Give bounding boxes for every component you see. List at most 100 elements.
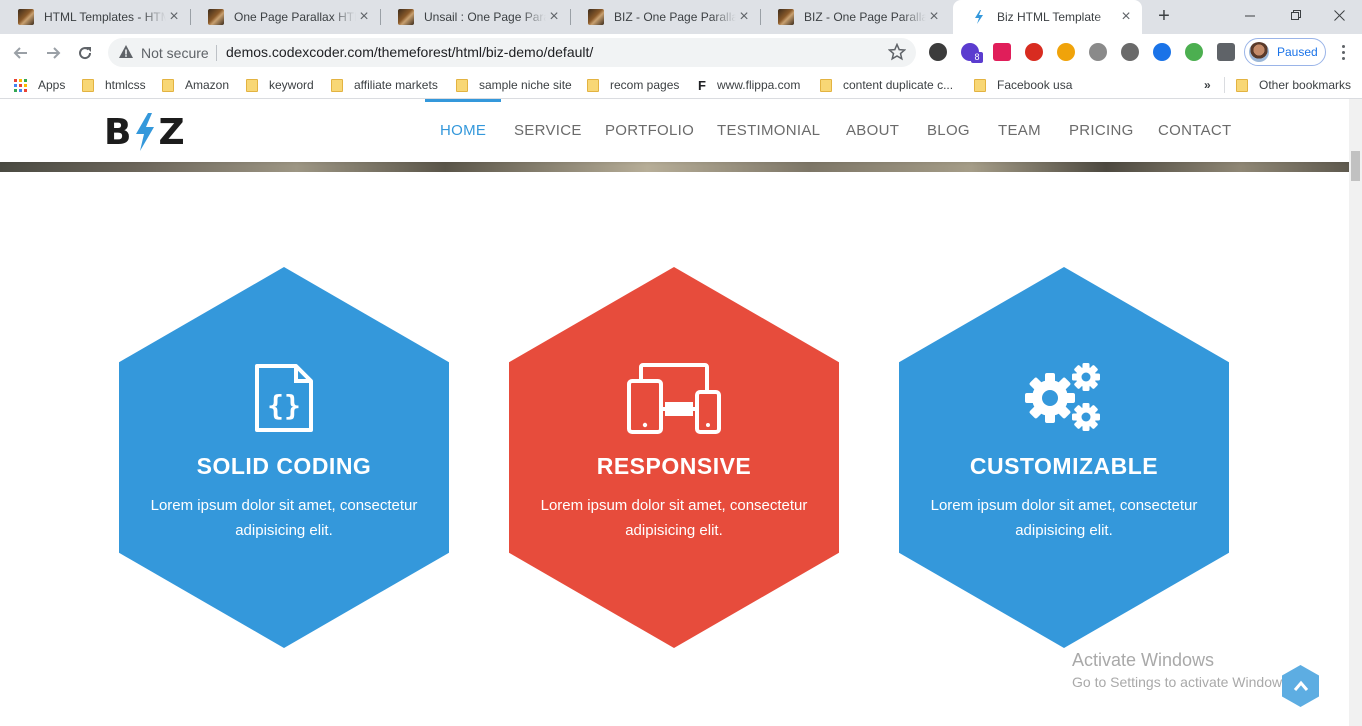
bookmark-label: Apps — [38, 78, 66, 92]
nav-blog[interactable]: BLOG — [927, 99, 970, 162]
folder-icon — [331, 78, 343, 92]
forward-button[interactable] — [40, 40, 66, 66]
download-extension-icon[interactable] — [1185, 43, 1203, 61]
restore-icon — [1290, 9, 1301, 20]
bookmark-folder[interactable]: Amazon — [162, 76, 229, 94]
bookmark-label: Other bookmarks — [1259, 78, 1352, 92]
profile-button[interactable]: Paused — [1244, 38, 1326, 66]
minimize-button[interactable] — [1227, 0, 1273, 30]
logo-letter: B — [104, 111, 133, 153]
folder-icon — [587, 78, 599, 92]
folder-icon — [82, 78, 94, 92]
bookmark-folder[interactable]: recom pages — [587, 76, 679, 94]
tab-title: Biz HTML Template — [997, 10, 1102, 24]
security-label[interactable]: Not secure — [141, 45, 209, 61]
other-bookmarks[interactable]: Other bookmarks — [1236, 76, 1351, 94]
close-icon[interactable]: × — [166, 9, 182, 25]
site-logo[interactable]: B Z — [104, 111, 186, 153]
tab-strip: HTML Templates - HTML × One Page Paralla… — [0, 0, 1362, 34]
close-icon[interactable]: × — [926, 9, 942, 25]
warning-icon[interactable] — [118, 44, 134, 60]
nav-team[interactable]: TEAM — [998, 99, 1041, 162]
k-extension-icon[interactable] — [929, 43, 947, 61]
bookmark-label: content duplicate c... — [843, 78, 954, 92]
slack-extension-icon[interactable] — [993, 43, 1011, 61]
svg-text:{}: {} — [267, 389, 301, 422]
feature-title: CUSTOMIZABLE — [969, 453, 1159, 479]
code-file-icon: {} — [119, 363, 449, 433]
bookmark-folder[interactable]: Facebook usa — [974, 76, 1072, 94]
activate-title: Activate Windows — [1072, 650, 1215, 670]
address-divider — [216, 45, 217, 61]
nav-testimonial[interactable]: TESTIMONIAL — [717, 99, 820, 162]
feature-title: RESPONSIVE — [596, 453, 752, 479]
nav-contact[interactable]: CONTACT — [1158, 99, 1231, 162]
site-favicon-icon — [778, 9, 794, 25]
bookmark-label: keyword — [269, 78, 314, 92]
pdf-extension-icon[interactable] — [1025, 43, 1043, 61]
browser-toolbar: Not secure demos.codexcoder.com/themefor… — [0, 34, 1362, 71]
bookmark-folder[interactable]: content duplicate c... — [820, 76, 953, 94]
new-tab-button[interactable]: + — [1152, 5, 1176, 29]
nav-service[interactable]: SERVICE — [514, 99, 582, 162]
site-navbar: B Z HOME SERVICE PORTFOLIO TESTIMONIAL A… — [0, 99, 1349, 162]
nav-home[interactable]: HOME — [424, 99, 502, 162]
feature-description: Lorem ipsum dolor sit amet, consectetur … — [540, 497, 808, 539]
bookmark-folder[interactable]: sample niche site — [456, 76, 572, 94]
bookmark-label: Amazon — [185, 78, 230, 92]
profile-status: Paused — [1277, 45, 1318, 59]
close-icon[interactable]: × — [736, 9, 752, 25]
star-icon[interactable] — [888, 43, 906, 61]
bookmark-folder[interactable]: keyword — [246, 76, 314, 94]
site-favicon-icon — [398, 9, 414, 25]
pro-extension-icon[interactable] — [1057, 43, 1075, 61]
nav-about[interactable]: ABOUT — [846, 99, 899, 162]
folder-icon — [246, 78, 258, 92]
chevron-up-icon — [1293, 680, 1308, 691]
gear-extension-icon[interactable] — [1121, 43, 1139, 61]
reload-button[interactable] — [72, 40, 98, 66]
browser-menu-button[interactable] — [1335, 42, 1351, 62]
feature-description: Lorem ipsum dolor sit amet, consectetur … — [930, 497, 1198, 539]
apps-grid-icon — [14, 78, 27, 92]
bookmarks-overflow-button[interactable]: » — [1204, 76, 1211, 94]
browser-tab[interactable]: HTML Templates - HTML × — [0, 0, 191, 34]
gears-icon — [899, 362, 1229, 434]
bookmark-label: htmlcss — [105, 78, 146, 92]
browser-tab[interactable]: Unsail : One Page Paral × — [380, 0, 571, 34]
tab-title: BIZ - One Page Parallax — [804, 10, 926, 24]
nav-pricing[interactable]: PRICING — [1069, 99, 1134, 162]
close-icon[interactable]: × — [356, 9, 372, 25]
bookmark-apps[interactable]: Apps — [14, 76, 65, 94]
nav-portfolio[interactable]: PORTFOLIO — [605, 99, 694, 162]
browser-tab[interactable]: One Page Parallax HTML × — [190, 0, 381, 34]
browser-tab[interactable]: BIZ - One Page Parallax × — [570, 0, 761, 34]
back-button[interactable] — [8, 40, 34, 66]
close-icon — [1333, 9, 1345, 21]
code-extension-icon[interactable] — [1153, 43, 1171, 61]
scrollbar-thumb[interactable] — [1351, 151, 1360, 181]
bookmark-site[interactable]: F www.flippa.com — [698, 76, 800, 94]
bookmark-folder[interactable]: htmlcss — [82, 76, 146, 94]
close-window-button[interactable] — [1316, 0, 1362, 30]
url-text[interactable]: demos.codexcoder.com/themeforest/html/bi… — [226, 44, 593, 60]
folder-icon — [820, 78, 832, 92]
bookmark-label: Facebook usa — [997, 78, 1073, 92]
bookmark-folder[interactable]: affiliate markets — [331, 76, 438, 94]
close-icon[interactable]: × — [1118, 9, 1134, 25]
browser-tab[interactable]: BIZ - One Page Parallax × — [760, 0, 950, 34]
tab-title: One Page Parallax HTML — [234, 10, 356, 24]
browser-tab-active[interactable]: Biz HTML Template × — [953, 0, 1142, 34]
globe-extension-icon[interactable] — [1089, 43, 1107, 61]
folder-icon — [1236, 78, 1248, 92]
feature-card-solid-coding: {} SOLID CODING Lorem ipsum dolor sit am… — [119, 267, 449, 648]
windows-activation-watermark: Activate Windows Go to Settings to activ… — [1072, 650, 1292, 690]
address-bar[interactable]: Not secure demos.codexcoder.com/themefor… — [108, 38, 916, 67]
restore-button[interactable] — [1273, 0, 1319, 30]
feature-card-responsive: RESPONSIVE Lorem ipsum dolor sit amet, c… — [509, 267, 839, 648]
page-scrollbar[interactable] — [1349, 99, 1362, 726]
feature-card-customizable: CUSTOMIZABLE Lorem ipsum dolor sit amet,… — [899, 267, 1229, 648]
close-icon[interactable]: × — [546, 9, 562, 25]
puzzle-extension-icon[interactable] — [1217, 43, 1235, 61]
bookmark-label: recom pages — [610, 78, 680, 92]
